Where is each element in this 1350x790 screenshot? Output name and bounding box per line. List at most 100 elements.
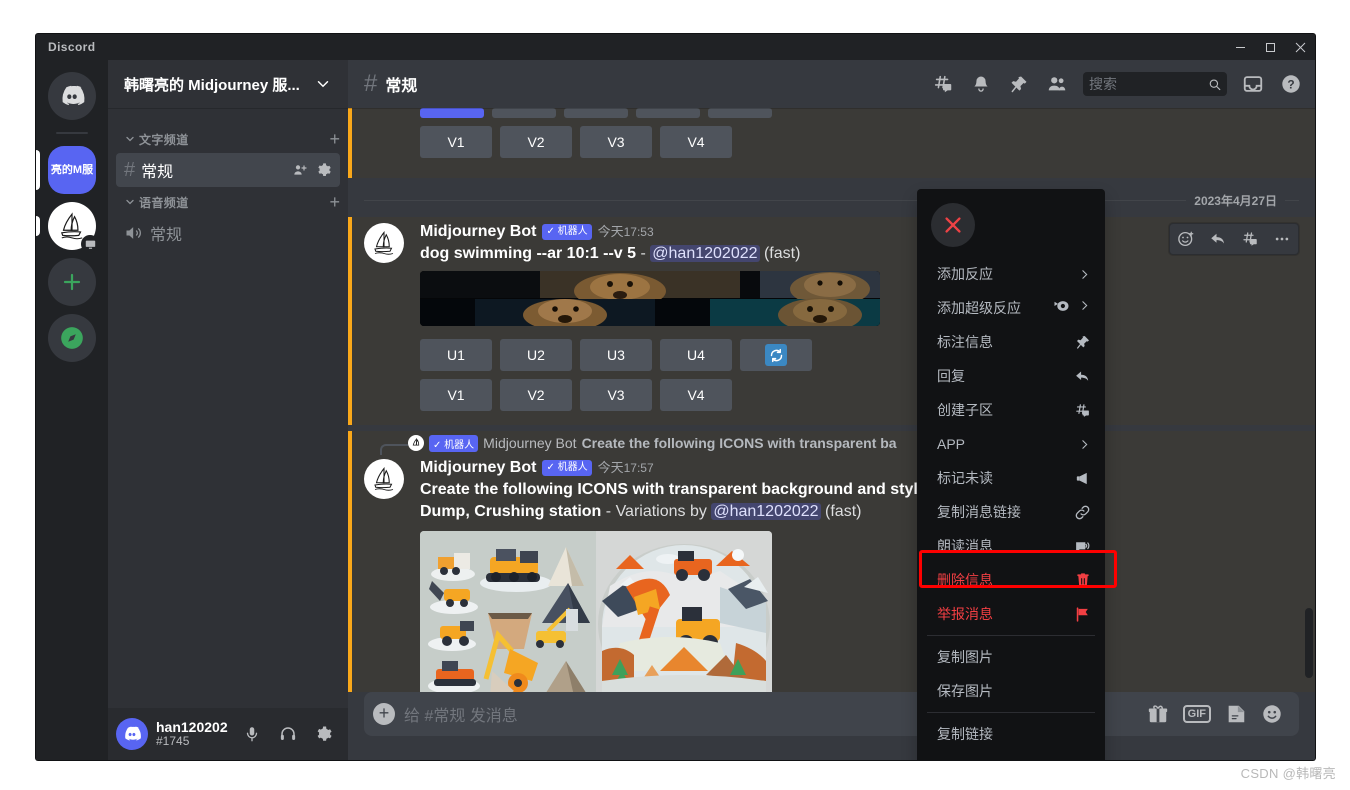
mj-button-v3[interactable]: V3 (580, 379, 652, 411)
message-mention[interactable]: @han1202022 (650, 245, 760, 262)
chevron-right-icon (1078, 438, 1091, 451)
menu-item-open-link[interactable]: 打开链接 (923, 751, 1099, 760)
composer-box[interactable]: + 给 #常规 发消息 GIF (364, 692, 1299, 736)
server-header[interactable]: 韩曙亮的 Midjourney 服... (108, 60, 348, 108)
microphone-icon[interactable] (236, 718, 268, 750)
menu-item-copy-message-link[interactable]: 复制消息链接 (923, 495, 1099, 529)
menu-item-report-message[interactable]: 举报消息 (923, 597, 1099, 631)
create-voice-channel-button[interactable]: + (329, 193, 340, 211)
menu-item-copy-link[interactable]: 复制链接 (923, 717, 1099, 751)
mj-button-row-partial-u (420, 108, 1267, 118)
gif-icon[interactable]: GIF (1182, 705, 1211, 723)
mj-button-reroll[interactable] (740, 339, 812, 371)
bot-badge: ✓ 机器人 (542, 460, 592, 476)
mj-button-v3[interactable]: V3 (580, 126, 652, 158)
mj-button-v4[interactable]: V4 (660, 379, 732, 411)
mj-button-u4-partial[interactable] (636, 108, 700, 118)
message-attachment-image[interactable] (420, 531, 772, 692)
sidebar-item-text-channel-general[interactable]: # 常规 (116, 153, 340, 187)
mj-button-v2[interactable]: V2 (500, 126, 572, 158)
avatar[interactable] (364, 223, 404, 263)
link-icon (1074, 504, 1091, 521)
category-voice-channels[interactable]: 语音频道 + (108, 189, 348, 215)
pinned-messages-icon[interactable] (1003, 68, 1035, 100)
guild-midjourney[interactable] (36, 202, 99, 253)
category-text-channels[interactable]: 文字频道 + (108, 126, 348, 152)
avatar[interactable] (116, 718, 148, 750)
reply-reference[interactable]: ✓ 机器人 Midjourney Bot Create the followin… (348, 433, 1267, 455)
threads-icon[interactable] (927, 68, 959, 100)
upload-attachment-button[interactable]: + (364, 692, 404, 736)
discord-home-button[interactable] (48, 72, 96, 120)
server-name: 韩曙亮的 Midjourney 服... (124, 76, 300, 94)
message-mention[interactable]: @han1202022 (711, 503, 821, 520)
avatar[interactable] (364, 459, 404, 499)
inbox-icon[interactable] (1237, 68, 1269, 100)
message-context-menu[interactable]: 添加反应 添加超级反应 标注信息 回复 创建子区 APP 标记未读 复制消息链接… (917, 189, 1105, 760)
menu-item-delete-message[interactable]: 删除信息 (923, 563, 1099, 597)
sticker-icon[interactable] (1225, 703, 1247, 725)
chevron-right-icon (1078, 299, 1091, 317)
message-prompt-line1: Create the following ICONS with transpar… (420, 481, 918, 498)
help-icon[interactable]: ? (1275, 68, 1307, 100)
menu-item-save-image[interactable]: 保存图片 (923, 674, 1099, 708)
menu-separator-1 (927, 635, 1095, 636)
mj-button-u1-partial[interactable] (420, 108, 484, 118)
menu-item-add-super-reaction[interactable]: 添加超级反应 (923, 291, 1099, 325)
reply-author[interactable]: Midjourney Bot (483, 435, 576, 451)
notification-bell-icon[interactable] (965, 68, 997, 100)
message-body: Midjourney Bot ✓ 机器人 今天17:53 dog swimmin… (420, 221, 1267, 421)
menu-item-mark-unread[interactable]: 标记未读 (923, 461, 1099, 495)
gift-icon[interactable] (1147, 703, 1169, 725)
mj-button-u4[interactable]: U4 (660, 339, 732, 371)
header-tools: ? (927, 68, 1307, 100)
search-box[interactable] (1083, 72, 1227, 96)
menu-item-app[interactable]: APP (923, 427, 1099, 461)
message-scrollbar[interactable] (1305, 608, 1313, 678)
more-actions-icon[interactable] (1266, 224, 1298, 254)
headphones-icon[interactable] (272, 718, 304, 750)
menu-item-label: 创建子区 (937, 402, 993, 418)
svg-text:?: ? (1287, 78, 1294, 92)
thread-icon[interactable] (1234, 224, 1266, 254)
menu-item-reply[interactable]: 回复 (923, 359, 1099, 393)
username: han1202022 (156, 719, 228, 736)
menu-item-copy-image[interactable]: 复制图片 (923, 640, 1099, 674)
emoji-icon[interactable] (1261, 703, 1283, 725)
close-menu-button[interactable] (931, 203, 975, 247)
mj-button-u2[interactable]: U2 (500, 339, 572, 371)
message-attachment-image[interactable] (420, 271, 880, 326)
mj-button-v2[interactable]: V2 (500, 379, 572, 411)
mj-button-v4[interactable]: V4 (660, 126, 732, 158)
add-server-button[interactable] (48, 258, 96, 306)
message-author[interactable]: Midjourney Bot (420, 457, 536, 479)
menu-item-pin-message[interactable]: 标注信息 (923, 325, 1099, 359)
mj-button-reroll-partial[interactable] (708, 108, 772, 118)
minimize-button[interactable] (1225, 34, 1255, 60)
close-button[interactable] (1285, 34, 1315, 60)
mj-button-v1[interactable]: V1 (420, 126, 492, 158)
mj-button-u3[interactable]: U3 (580, 339, 652, 371)
create-text-channel-button[interactable]: + (329, 130, 340, 148)
sidebar-item-voice-channel-general[interactable]: 常规 (116, 216, 340, 250)
menu-item-add-reaction[interactable]: 添加反应 (923, 257, 1099, 291)
thread-icon (1074, 402, 1091, 419)
mj-button-u3-partial[interactable] (564, 108, 628, 118)
add-reaction-icon[interactable] (1170, 224, 1202, 254)
message-author[interactable]: Midjourney Bot (420, 221, 536, 243)
message-scroll-area[interactable]: V1 V2 V3 V4 2023年4月27日 Midjourney Bot ✓ … (348, 108, 1315, 692)
menu-item-create-thread[interactable]: 创建子区 (923, 393, 1099, 427)
mj-button-v1[interactable]: V1 (420, 379, 492, 411)
search-input[interactable] (1089, 76, 1208, 92)
member-list-icon[interactable] (1041, 68, 1073, 100)
reply-arrow-icon[interactable] (1202, 224, 1234, 254)
settings-gear-icon[interactable] (308, 718, 340, 750)
maximize-button[interactable] (1255, 34, 1285, 60)
explore-servers-button[interactable] (48, 314, 96, 362)
window-titlebar: Discord (36, 34, 1315, 60)
mj-button-u2-partial[interactable] (492, 108, 556, 118)
user-info[interactable]: han1202022 #1745 (156, 719, 228, 749)
menu-item-speak-message[interactable]: 朗读消息 (923, 529, 1099, 563)
mj-button-u1[interactable]: U1 (420, 339, 492, 371)
guild-han-midjourney[interactable]: 亮的M服 (36, 146, 96, 194)
